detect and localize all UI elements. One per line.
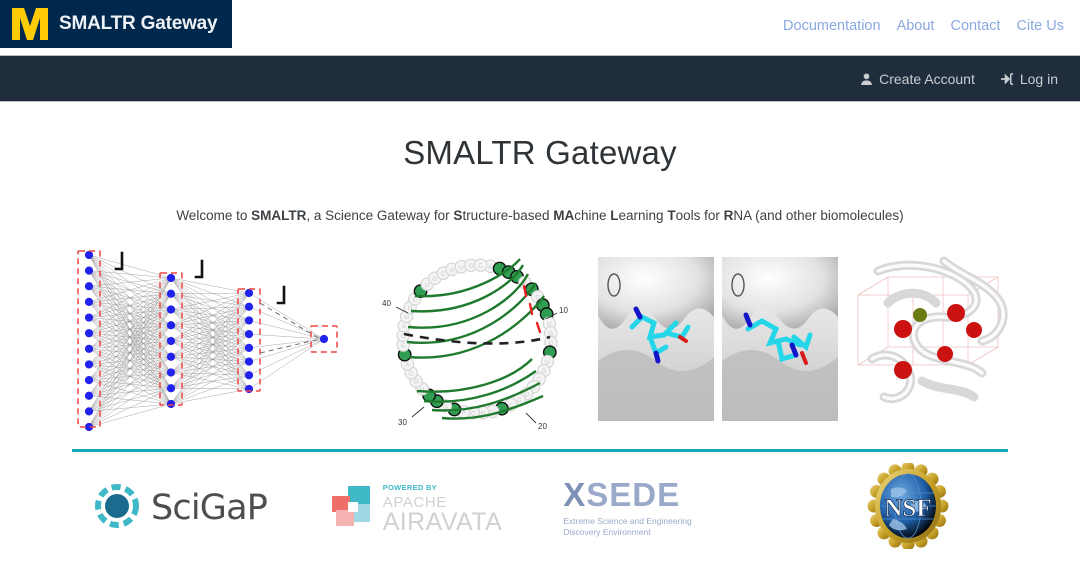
svg-text:C: C: [409, 370, 414, 377]
sponsor-logos: SciGaP POWERED BY APACHE AIRAVATA XSEDE …: [0, 452, 1080, 564]
nsf-wordmark: NSF: [884, 495, 931, 522]
rna-label-40: 40: [382, 299, 391, 308]
binding-site-sphere: [947, 304, 965, 322]
neural-network-diagram: [56, 241, 356, 437]
airavata-pinwheel-icon: [328, 482, 376, 535]
svg-text:U: U: [425, 282, 430, 289]
scigap-logo[interactable]: SciGaP: [72, 483, 328, 534]
top-navigation: Documentation About Contact Cite Us: [783, 18, 1064, 34]
page-title: SMALTR Gateway: [403, 134, 677, 171]
svg-text:U: U: [459, 264, 464, 271]
rna-label-30: 30: [398, 418, 407, 427]
binding-site-sphere: [894, 320, 912, 338]
svg-text:G: G: [414, 379, 419, 386]
rna-circular-structure-plot: AAGUGCUGCAUGCUGCAGUGCAGCAUGCUGCAUGC 40 1…: [360, 241, 590, 437]
svg-text:C: C: [441, 271, 446, 278]
svg-text:A: A: [402, 323, 407, 330]
xsede-logo[interactable]: XSEDE Extreme Science and Engineering Di…: [563, 478, 807, 539]
rna-label-20: 20: [538, 422, 547, 431]
nsf-logo[interactable]: NSF: [807, 461, 1008, 554]
binding-site-sphere: [966, 322, 982, 338]
scigap-logo-text: SciGaP: [151, 488, 268, 528]
svg-text:A: A: [488, 264, 493, 271]
nsf-seal-icon: NSF: [865, 461, 951, 554]
scigap-ring-icon: [94, 483, 140, 534]
account-navigation-bar: Create Account Log in: [0, 55, 1080, 102]
xsede-tagline-line1: Extreme Science and Engineering: [563, 515, 692, 526]
michigan-block-m-icon: [10, 6, 50, 42]
sign-in-icon: [1000, 72, 1014, 86]
rna-label-10: 10: [559, 306, 568, 315]
log-in-label: Log in: [1019, 70, 1058, 87]
svg-text:U: U: [404, 314, 409, 321]
brand-bar: SMALTR Gateway Documentation About Conta…: [0, 0, 1080, 55]
airavata-powered-by-label: POWERED BY: [382, 483, 437, 492]
nav-link-cite-us[interactable]: Cite Us: [1016, 18, 1064, 34]
hero-banner: AAGUGCUGCAUGCUGCAGUGCAGCAUGCUGCAUGC 40 1…: [0, 239, 1080, 439]
xsede-x: X: [563, 475, 587, 513]
binding-site-sphere: [894, 361, 912, 379]
svg-text:G: G: [401, 343, 406, 350]
welcome-text: Welcome to SMALTR, a Science Gateway for…: [176, 208, 904, 223]
svg-text:G: G: [432, 276, 437, 283]
main-content: SMALTR Gateway Welcome to SMALTR, a Scie…: [0, 102, 1080, 564]
nav-link-about[interactable]: About: [897, 18, 935, 34]
xsede-rest: SEDE: [586, 475, 681, 513]
site-logo-text: SMALTR Gateway: [59, 13, 218, 34]
user-icon: [860, 72, 873, 86]
site-logo[interactable]: SMALTR Gateway: [0, 0, 232, 48]
xsede-wordmark: XSEDE: [563, 478, 692, 511]
create-account-label: Create Account: [879, 70, 975, 87]
svg-text:G: G: [468, 263, 473, 270]
nav-link-documentation[interactable]: Documentation: [783, 18, 881, 34]
log-in-button[interactable]: Log in: [1000, 70, 1058, 87]
create-account-button[interactable]: Create Account: [860, 71, 975, 87]
svg-text:A: A: [450, 267, 455, 274]
ligand-binding-pocket-pair: [594, 241, 844, 437]
svg-text:C: C: [412, 296, 417, 303]
rna-3d-structure-binding-sites: [848, 241, 1024, 437]
ion-sphere: [913, 308, 927, 322]
nav-link-contact[interactable]: Contact: [950, 18, 1000, 34]
binding-site-sphere: [937, 346, 953, 362]
xsede-tagline-line2: Discovery Environment: [563, 527, 651, 537]
svg-text:A: A: [405, 362, 410, 369]
svg-text:C: C: [478, 263, 483, 270]
airavata-name-label: AIRAVATA: [382, 507, 503, 536]
apache-airavata-logo[interactable]: POWERED BY APACHE AIRAVATA: [328, 482, 563, 535]
